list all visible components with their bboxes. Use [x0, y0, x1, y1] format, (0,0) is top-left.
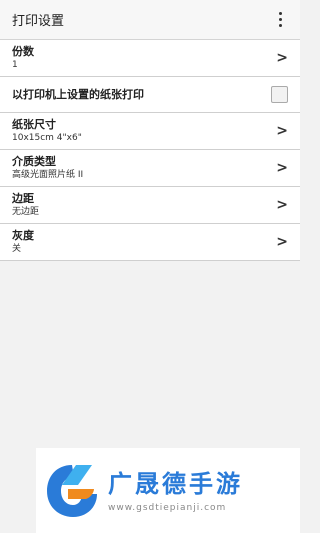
setting-paper-size[interactable]: 纸张尺寸 10x15cm 4"x6" >: [0, 113, 300, 150]
chevron-right-icon: >: [276, 197, 288, 213]
setting-label: 灰度: [12, 229, 34, 242]
setting-label: 边距: [12, 192, 34, 205]
more-vertical-icon[interactable]: [272, 10, 288, 30]
brand-logo-icon: [47, 464, 97, 517]
use-printer-paper-checkbox[interactable]: [271, 86, 288, 103]
watermark: 广晟德手游 www.gsdtiepianji.com: [36, 448, 300, 533]
setting-copies[interactable]: 份数 1 >: [0, 40, 300, 77]
setting-value: 无边距: [12, 207, 40, 217]
setting-label: 份数: [12, 45, 34, 58]
setting-label: 纸张尺寸: [12, 118, 56, 131]
setting-media-type[interactable]: 介质类型 高级光面照片纸 II >: [0, 150, 300, 187]
watermark-brand: 广晟德手游: [108, 469, 243, 498]
setting-value: 1: [12, 60, 18, 70]
setting-value: 关: [12, 244, 22, 254]
setting-grayscale[interactable]: 灰度 关 >: [0, 224, 300, 261]
chevron-right-icon: >: [276, 50, 288, 66]
chevron-right-icon: >: [276, 160, 288, 176]
setting-margin[interactable]: 边距 无边距 >: [0, 187, 300, 224]
setting-value: 10x15cm 4"x6": [12, 133, 82, 143]
chevron-right-icon: >: [276, 123, 288, 139]
setting-label: 介质类型: [12, 155, 56, 168]
setting-value: 高级光面照片纸 II: [12, 170, 84, 180]
setting-label: 以打印机上设置的纸张打印: [12, 87, 144, 101]
watermark-url: www.gsdtiepianji.com: [108, 502, 227, 513]
chevron-right-icon: >: [276, 234, 288, 250]
settings-list: 份数 1 > 以打印机上设置的纸张打印 纸张尺寸 10x15cm 4"x6" >…: [0, 40, 300, 261]
setting-use-printer-paper[interactable]: 以打印机上设置的纸张打印: [0, 77, 300, 113]
app-header: 打印设置: [0, 0, 300, 40]
page-title: 打印设置: [12, 14, 65, 29]
